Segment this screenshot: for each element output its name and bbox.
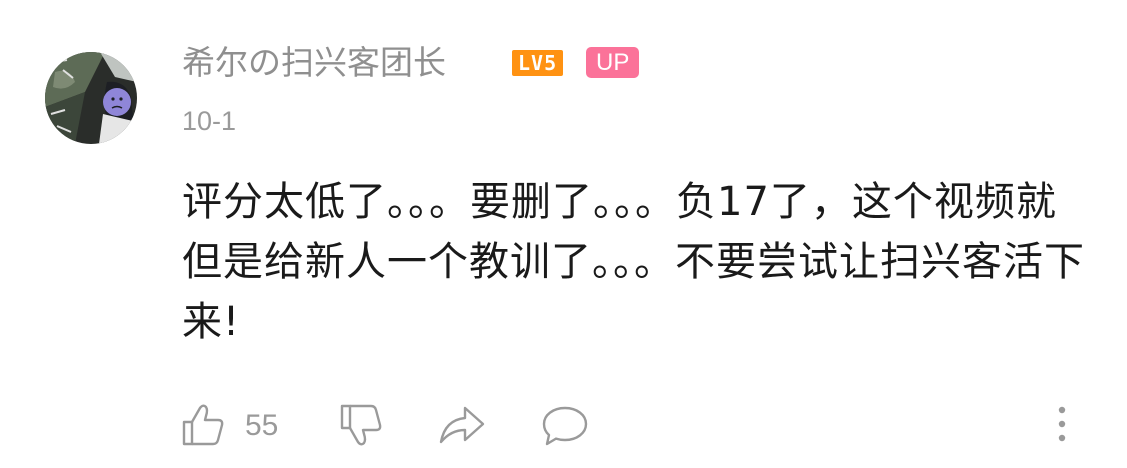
share-icon[interactable]	[437, 404, 487, 448]
comment-text: 评分太低了。。。要删了。。。负17了，这个视频就但是给新人一个教训了。。。不要尝…	[182, 179, 1085, 345]
reply-icon[interactable]	[541, 404, 589, 448]
like-count: 55	[245, 409, 279, 442]
level-badge: LV5	[512, 50, 564, 76]
comment-date: 10-1	[182, 106, 237, 136]
thumb-up-icon[interactable]	[180, 402, 226, 448]
avatar[interactable]	[45, 52, 137, 144]
username[interactable]: 希尔の扫兴客团长	[182, 40, 446, 86]
avatar-image	[45, 52, 137, 144]
up-badge: UP	[586, 47, 640, 78]
more-vertical-icon[interactable]	[1052, 404, 1072, 448]
thumb-down-icon[interactable]	[338, 402, 384, 448]
comment-item: 希尔の扫兴客团长 LV5 UP 10-1 评分太低了。。。要删了。。。负17了，…	[0, 0, 1127, 468]
comment-actions: 55	[0, 402, 1127, 450]
